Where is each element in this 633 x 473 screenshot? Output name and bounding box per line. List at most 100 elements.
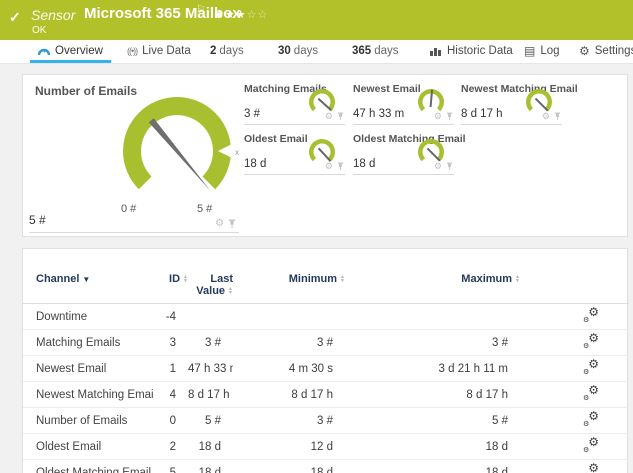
pin-icon[interactable]: [228, 219, 236, 229]
gauge-title: Oldest Matching Email: [353, 133, 466, 145]
channel-last-value: 8 d 17 h: [188, 381, 233, 408]
sensor-kind-label: Sensor: [31, 7, 76, 23]
gear-icon[interactable]: ⚙: [325, 162, 333, 171]
channel-id: 3: [153, 329, 188, 356]
gauge-value: 3 #: [244, 108, 260, 120]
table-row: Oldest Email 2 18 d 12 d 18 d ⚙ ⚙: [23, 433, 629, 460]
channel-minimum: 4 m 30 s: [233, 355, 345, 382]
channel-minimum: 8 d 17 h: [233, 381, 345, 408]
channel-maximum: 5 #: [345, 407, 520, 434]
flag-icon[interactable]: ⚐: [196, 4, 205, 15]
channel-last-value: 5 #: [188, 407, 233, 434]
column-header-last-value[interactable]: Last Value ▲ ▼: [188, 271, 233, 304]
gauge-panel-oldest-email: Oldest Email 18 d ⚙: [244, 133, 345, 175]
gear-icon[interactable]: ⚙: [542, 112, 550, 121]
channel-settings-icon[interactable]: ⚙⚙: [583, 332, 599, 350]
tab-bar: Overview ((•)) Live Data 2 days 30 days 36…: [0, 40, 633, 64]
tab-label: Live Data: [142, 45, 191, 57]
tab-live-data[interactable]: ((•)) Live Data: [127, 40, 191, 62]
tab-label: Settings: [594, 45, 633, 57]
channel-settings-icon[interactable]: ⚙⚙: [583, 436, 599, 454]
channel-maximum: 18 d: [345, 433, 520, 460]
channel-settings-icon[interactable]: ⚙⚙: [583, 358, 599, 376]
gear-icon: ⚙: [579, 44, 590, 58]
gear-icon[interactable]: ⚙: [434, 162, 442, 171]
gear-icon[interactable]: ⚙: [215, 219, 224, 229]
gauge-value: 18 d: [353, 158, 376, 170]
pin-icon[interactable]: [337, 162, 344, 171]
column-header-actions: [520, 271, 629, 304]
table-row: Number of Emails 0 5 # 3 # 5 # ⚙ ⚙: [23, 407, 629, 434]
channel-settings-icon[interactable]: ⚙⚙: [583, 462, 599, 473]
channel-name[interactable]: Downtime: [23, 303, 153, 330]
sort-icon: ▲ ▼: [340, 274, 345, 285]
channel-minimum: 3 #: [233, 407, 345, 434]
pin-icon[interactable]: [337, 112, 344, 121]
gauge-scale-min: 0 #: [121, 203, 137, 215]
channel-settings-icon[interactable]: ⚙⚙: [583, 384, 599, 402]
channel-settings-icon[interactable]: ⚙⚙: [583, 410, 599, 428]
stars-filled: ★★★: [214, 9, 247, 21]
column-header-minimum[interactable]: Minimum ▲ ▼: [233, 271, 345, 304]
column-header-channel[interactable]: Channel ▼: [23, 271, 153, 304]
gauge-panel-matching-emails: Matching Emails 3 # ⚙: [244, 83, 345, 125]
priority-stars[interactable]: ★★★☆☆: [214, 8, 268, 21]
pin-icon[interactable]: [446, 162, 453, 171]
stars-empty: ☆☆: [246, 9, 269, 21]
channel-id: 1: [153, 355, 188, 382]
gear-icon[interactable]: ⚙: [325, 112, 333, 121]
channel-name[interactable]: Oldest Matching Email: [23, 459, 153, 473]
pin-icon[interactable]: [446, 112, 453, 121]
channel-name[interactable]: Number of Emails: [23, 407, 153, 434]
gauge-panel-newest-matching-email: Newest Matching Email 8 d 17 h ⚙: [461, 83, 578, 125]
channel-name[interactable]: Newest Matching Email: [23, 381, 153, 408]
channel-maximum: 18 d: [345, 459, 520, 473]
tab-label: Log: [540, 45, 560, 57]
channel-name[interactable]: Newest Email: [23, 355, 153, 382]
gauge-scale-max: 5 #: [197, 203, 213, 215]
channel-id: -4: [153, 303, 188, 330]
channels-table: Channel ▼ ID ▲ ▼ Last Value ▲ ▼ Minimum ▲ ▼ Max…: [23, 271, 629, 473]
tab-label: Overview: [55, 45, 103, 57]
status-badge: OK: [32, 25, 47, 36]
tab-settings[interactable]: ⚙ Settings: [579, 40, 633, 62]
tab-30-days[interactable]: 30 days: [278, 40, 318, 62]
gauge-title: Oldest Email: [244, 133, 308, 145]
channel-maximum: 3 #: [345, 329, 520, 356]
tab-365-days[interactable]: 365 days: [352, 40, 398, 62]
broadcast-icon: ((•)): [127, 46, 138, 56]
channel-name[interactable]: Oldest Email: [23, 433, 153, 460]
tab-historic-data[interactable]: Historic Data: [430, 40, 513, 62]
table-row: Newest Matching Email 4 8 d 17 h 8 d 17 …: [23, 381, 629, 408]
gauge-panel-oldest-matching-email: Oldest Matching Email 18 d ⚙: [353, 133, 466, 175]
status-ok-check-icon: ✓: [9, 9, 21, 25]
channel-maximum: 3 d 21 h 11 m: [345, 355, 520, 382]
gauge-panel-newest-email: Newest Email 47 h 33 m ⚙: [353, 83, 454, 125]
column-header-maximum[interactable]: Maximum ▲ ▼: [345, 271, 520, 304]
main-gauge-value: 5 #: [29, 213, 46, 227]
tab-unit: days: [293, 45, 319, 57]
channel-last-value: 47 h 33 m: [188, 355, 233, 382]
channel-maximum: [345, 303, 520, 330]
tab-overview[interactable]: Overview: [30, 40, 111, 63]
tab-log[interactable]: ▤ Log: [524, 40, 560, 62]
channel-minimum: 12 d: [233, 433, 345, 460]
gear-icon[interactable]: ⚙: [434, 112, 442, 121]
tab-num: 30: [278, 45, 291, 57]
channel-settings-icon[interactable]: ⚙⚙: [583, 306, 599, 324]
table-header-row: Channel ▼ ID ▲ ▼ Last Value ▲ ▼ Minimum ▲ ▼ Max…: [23, 271, 629, 304]
sort-icon: ▲ ▼: [183, 274, 188, 285]
gauge-title: Newest Matching Email: [461, 83, 578, 95]
sort-desc-icon: ▼: [82, 275, 91, 284]
tab-unit: days: [374, 45, 399, 57]
channel-last-value: 18 d: [188, 433, 233, 460]
channel-id: 2: [153, 433, 188, 460]
column-header-id[interactable]: ID ▲ ▼: [153, 271, 188, 304]
channel-name[interactable]: Matching Emails: [23, 329, 153, 356]
tab-unit: days: [219, 45, 244, 57]
tab-2-days[interactable]: 2 days: [210, 40, 244, 62]
pin-icon[interactable]: [554, 112, 561, 121]
channel-minimum: [233, 303, 345, 330]
divider: [29, 232, 239, 233]
sensor-header: ✓ Sensor Microsoft 365 Mailbox ⚐ ★★★☆☆ O…: [0, 0, 633, 40]
